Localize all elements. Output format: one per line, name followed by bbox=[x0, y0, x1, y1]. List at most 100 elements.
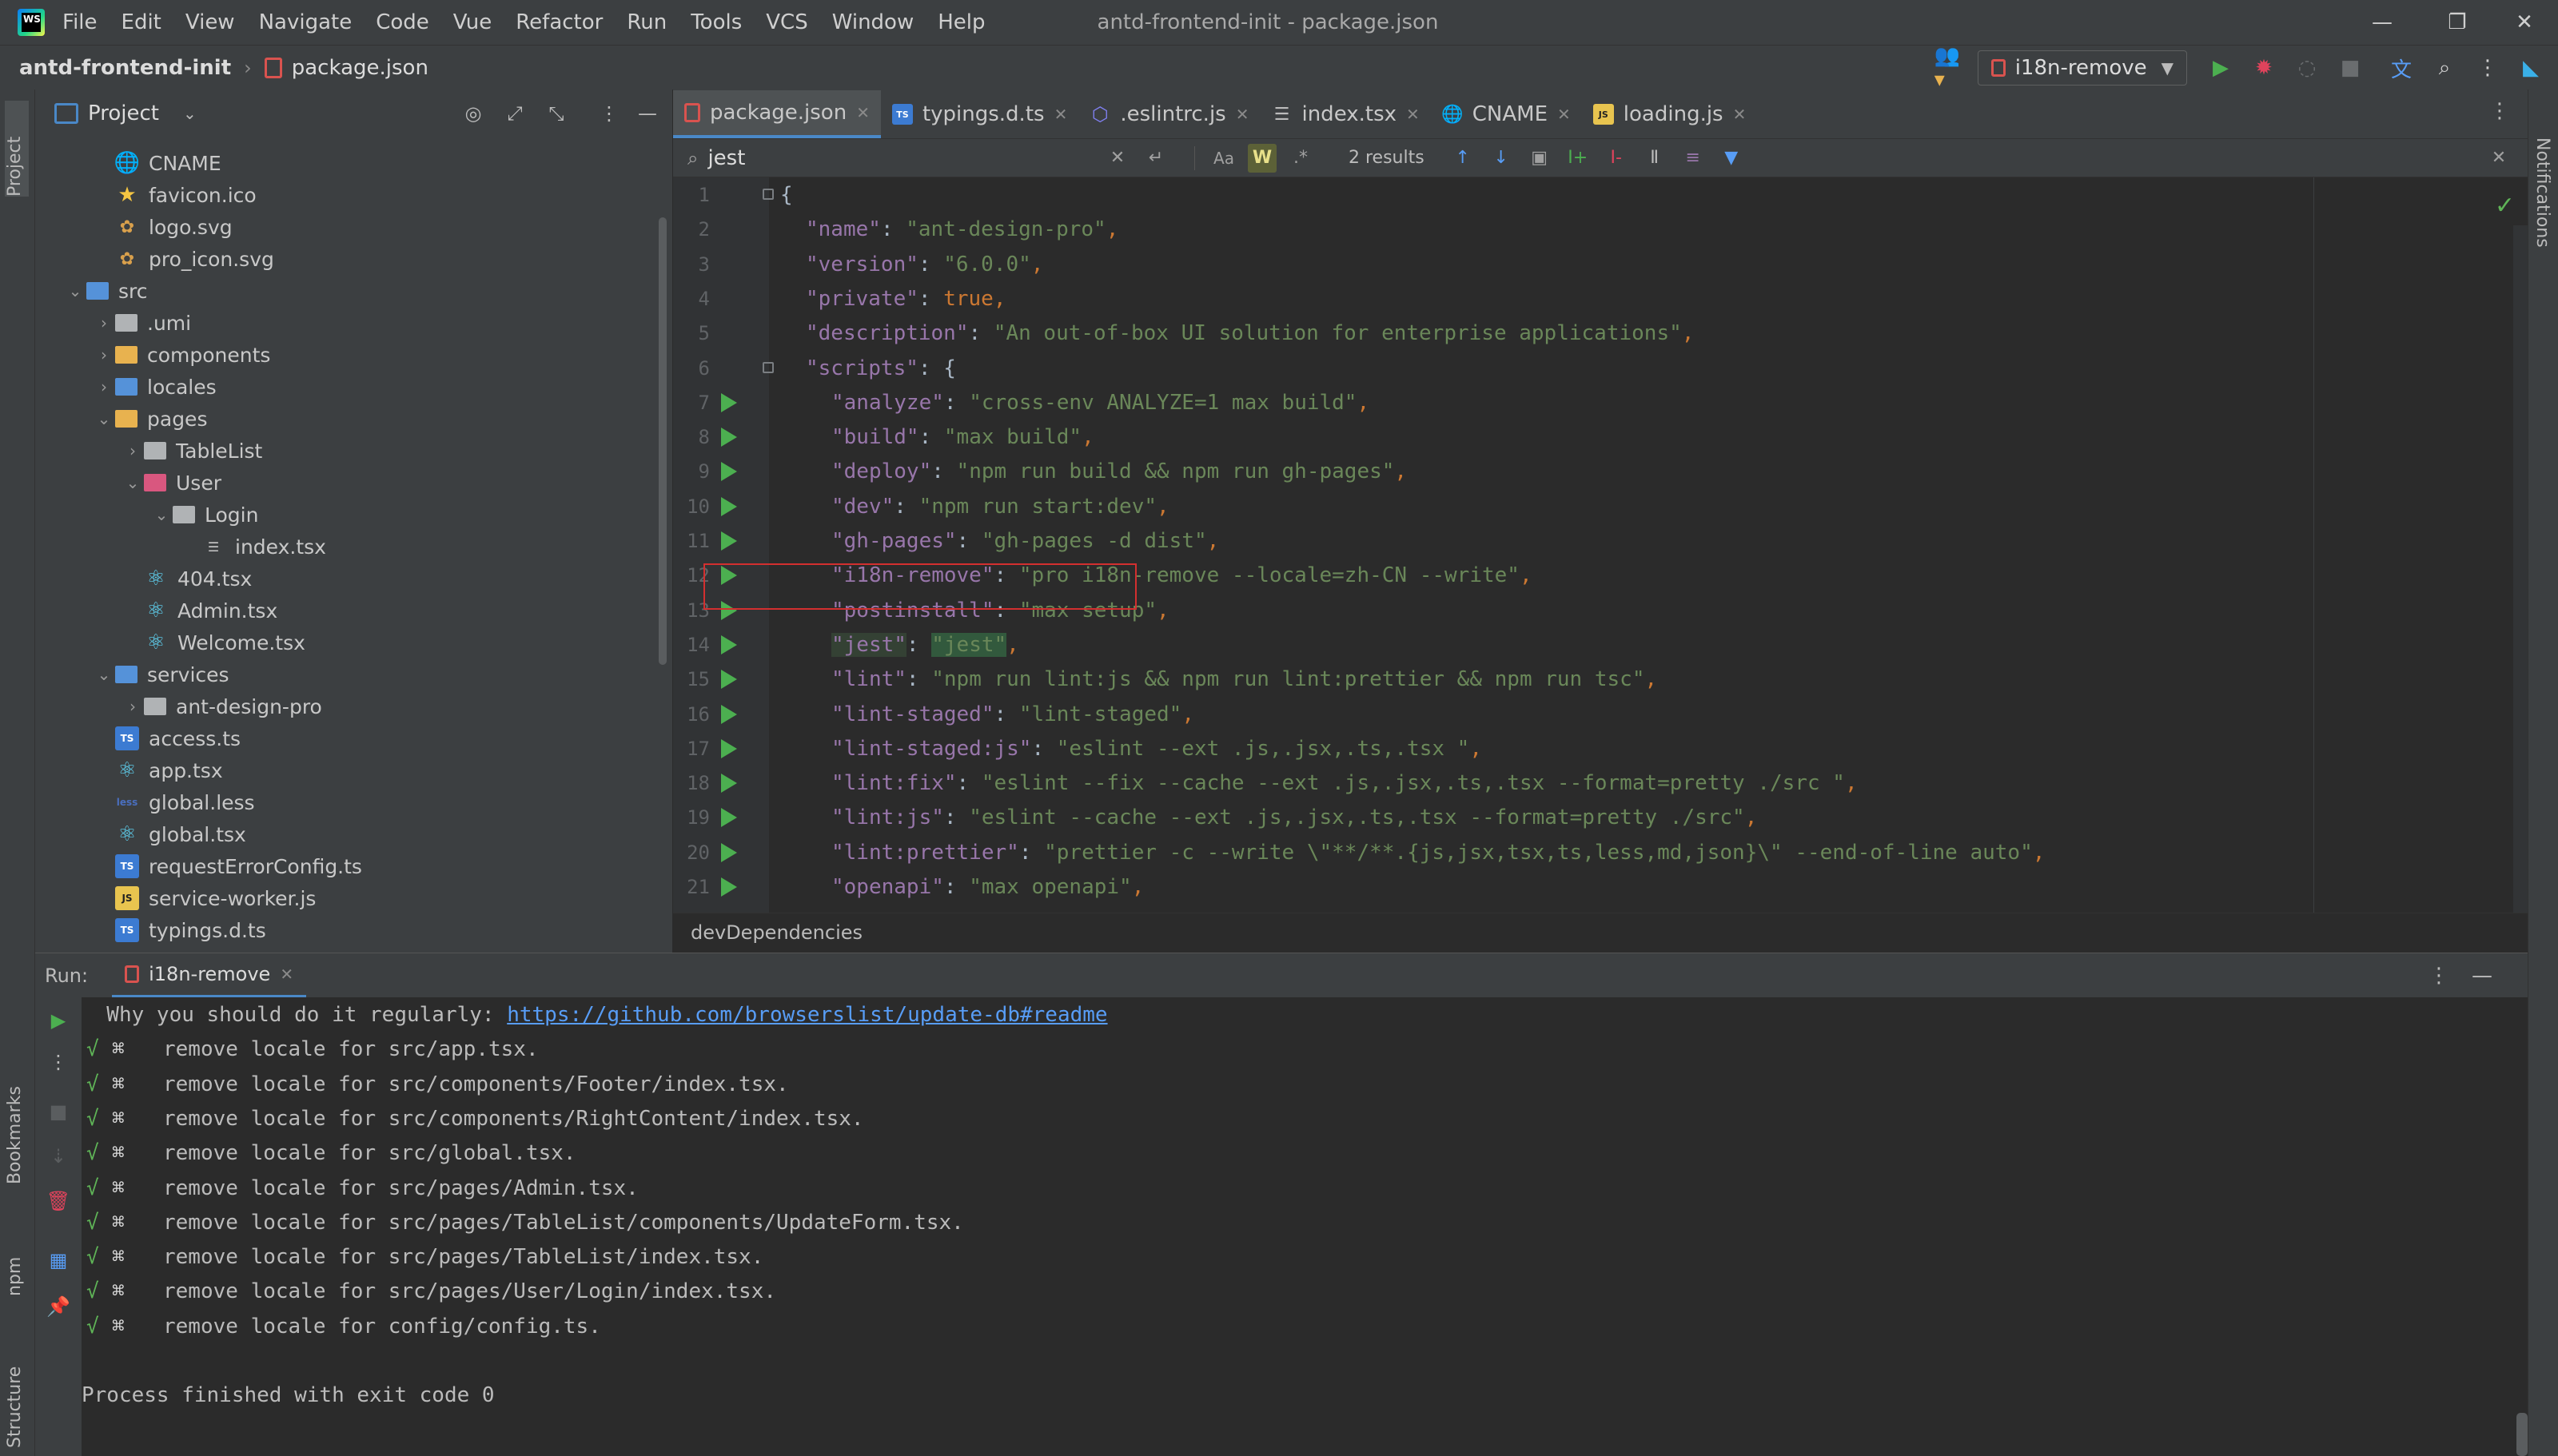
fold-icon[interactable] bbox=[763, 361, 774, 373]
run-script-icon[interactable] bbox=[721, 842, 737, 862]
menu-help[interactable]: Help bbox=[938, 10, 985, 34]
tree-item[interactable]: less global.less bbox=[35, 786, 659, 818]
tree-item[interactable]: › components bbox=[35, 339, 659, 371]
chevron-down-icon[interactable]: ⌄ bbox=[150, 505, 173, 524]
clear-console-icon[interactable]: 🗑 bbox=[46, 1189, 70, 1213]
code-line[interactable]: 15 "lint": "npm run lint:js && npm run li… bbox=[673, 662, 2512, 697]
editor-breadcrumb[interactable]: devDependencies bbox=[673, 913, 2528, 951]
notifications-tool-tab[interactable]: Notifications bbox=[2532, 137, 2552, 248]
filter-options-icon[interactable]: ≡ bbox=[1679, 144, 1707, 173]
code-line[interactable]: 8 "build": "max build", bbox=[673, 420, 2512, 455]
project-tool-tab[interactable]: Project bbox=[5, 137, 25, 197]
run-script-icon[interactable] bbox=[721, 808, 737, 828]
code-editor[interactable]: 1{2 "name": "ant-design-pro", 3 "version": … bbox=[673, 177, 2528, 913]
tree-item[interactable]: ⌄ services bbox=[35, 658, 659, 690]
tree-item[interactable]: ⚛ Admin.tsx bbox=[35, 595, 659, 627]
tree-item[interactable]: › TableList bbox=[35, 435, 659, 467]
tree-item[interactable]: › ant-design-pro bbox=[35, 690, 659, 722]
tree-item[interactable]: ⚛ global.tsx bbox=[35, 818, 659, 850]
chevron-down-icon[interactable]: ⌄ bbox=[122, 473, 144, 492]
breadcrumb-item[interactable]: devDependencies bbox=[691, 921, 863, 944]
more-icon[interactable]: ⋮ bbox=[46, 1050, 70, 1074]
close-icon[interactable]: ✕ bbox=[1236, 105, 1249, 124]
menu-navigate[interactable]: Navigate bbox=[259, 10, 353, 34]
close-icon[interactable]: ✕ bbox=[1557, 105, 1571, 124]
options-icon[interactable]: ⋮ bbox=[595, 99, 624, 128]
chevron-right-icon[interactable]: › bbox=[93, 345, 115, 364]
menu-tools[interactable]: Tools bbox=[691, 10, 742, 34]
structure-tool-tab[interactable]: Structure bbox=[5, 1366, 25, 1448]
menu-vue[interactable]: Vue bbox=[453, 10, 492, 34]
close-icon[interactable]: ✕ bbox=[1054, 105, 1068, 124]
filter-icon[interactable]: ▼ bbox=[1717, 144, 1746, 173]
regex-toggle[interactable]: .* bbox=[1286, 144, 1315, 173]
code-line[interactable]: 4 "private": true, bbox=[673, 281, 2512, 316]
collapse-all-icon[interactable]: ⤡ bbox=[542, 99, 571, 128]
tab-options-icon[interactable]: ⋮ bbox=[2489, 99, 2510, 123]
tab-index-tsx[interactable]: ☰ index.tsx ✕ bbox=[1260, 90, 1430, 138]
clear-search-icon[interactable]: ✕ bbox=[1103, 144, 1132, 173]
close-icon[interactable]: ✕ bbox=[856, 103, 870, 122]
tree-item[interactable]: ⌄ User bbox=[35, 467, 659, 499]
fold-icon[interactable] bbox=[763, 189, 774, 200]
plugin-logo-icon[interactable]: ◣ bbox=[2515, 52, 2547, 84]
tree-item[interactable]: ⚛ Welcome.tsx bbox=[35, 627, 659, 658]
run-script-icon[interactable] bbox=[721, 877, 737, 897]
stop-icon[interactable]: ■ bbox=[46, 1100, 70, 1124]
tab--eslintrc-js[interactable]: ⬡ .eslintrc.js ✕ bbox=[1078, 90, 1260, 138]
locate-file-icon[interactable]: ◎ bbox=[459, 99, 488, 128]
close-icon[interactable]: ✕ bbox=[280, 965, 293, 984]
tab-package-json[interactable]: package.json ✕ bbox=[673, 90, 881, 138]
tree-scrollbar[interactable] bbox=[659, 217, 667, 665]
menu-view[interactable]: View bbox=[185, 10, 235, 34]
restore-button[interactable]: ❐ bbox=[2441, 6, 2473, 38]
tab-cname[interactable]: 🌐 CNAME ✕ bbox=[1431, 90, 1582, 138]
editor-scrollbar[interactable] bbox=[2513, 225, 2528, 913]
select-all-occurrences-icon[interactable]: Ⅱ bbox=[1640, 144, 1669, 173]
run-script-icon[interactable] bbox=[721, 704, 737, 724]
layout-icon[interactable]: ▦ bbox=[46, 1248, 70, 1272]
run-script-icon[interactable] bbox=[721, 428, 737, 448]
close-icon[interactable]: ✕ bbox=[1733, 105, 1747, 124]
chevron-right-icon[interactable]: › bbox=[122, 697, 144, 716]
code-line[interactable]: 5 "description": "An out-of-box UI soluti… bbox=[673, 316, 2512, 351]
chevron-down-icon[interactable]: ⌄ bbox=[183, 104, 197, 123]
translate-icon[interactable]: 文 bbox=[2385, 52, 2417, 84]
stop-icon[interactable]: ■ bbox=[2334, 52, 2366, 84]
npm-tool-tab[interactable]: npm bbox=[5, 1257, 25, 1296]
users-icon[interactable]: 👥▾ bbox=[1934, 44, 1966, 92]
coverage-icon[interactable]: ◌ bbox=[2291, 52, 2323, 84]
chevron-right-icon[interactable]: › bbox=[122, 441, 144, 460]
options-icon[interactable]: ⋮ bbox=[2429, 964, 2449, 988]
code-line[interactable]: 17 "lint-staged:js": "eslint --ext .js,.j… bbox=[673, 731, 2512, 766]
chevron-down-icon[interactable]: ⌄ bbox=[93, 665, 115, 684]
close-window-button[interactable]: ✕ bbox=[2508, 6, 2540, 38]
run-script-icon[interactable] bbox=[721, 738, 737, 758]
tree-item[interactable]: ✿ pro_icon.svg bbox=[35, 243, 659, 275]
chevron-right-icon[interactable]: › bbox=[93, 377, 115, 396]
close-find-icon[interactable]: ✕ bbox=[2484, 144, 2513, 173]
run-icon[interactable]: ▶ bbox=[2205, 52, 2237, 84]
tree-item[interactable]: JS service-worker.js bbox=[35, 882, 659, 914]
rerun-icon[interactable]: ▶ bbox=[46, 1008, 70, 1032]
expand-all-icon[interactable]: ⤢ bbox=[500, 99, 529, 128]
tree-item[interactable]: ⌄ src bbox=[35, 275, 659, 307]
previous-occurrence-icon[interactable]: ↑ bbox=[1448, 144, 1477, 173]
code-line[interactable]: 11 "gh-pages": "gh-pages -d dist", bbox=[673, 523, 2512, 559]
code-line[interactable]: 7 "analyze": "cross-env ANALYZE=1 max bui… bbox=[673, 385, 2512, 420]
remove-occurrence-icon[interactable]: I- bbox=[1602, 144, 1631, 173]
code-line[interactable]: 18 "lint:fix": "eslint --fix --cache --ex… bbox=[673, 766, 2512, 801]
breadcrumb-project[interactable]: antd-frontend-init bbox=[19, 56, 231, 80]
run-config-selector[interactable]: i18n-remove ▼ bbox=[1977, 50, 2187, 86]
tree-item[interactable]: ☰ index.tsx bbox=[35, 531, 659, 563]
run-script-icon[interactable] bbox=[721, 496, 737, 516]
debug-icon[interactable]: ✹ bbox=[2248, 52, 2280, 84]
chevron-right-icon[interactable]: › bbox=[93, 313, 115, 332]
tab-loading-js[interactable]: JS loading.js ✕ bbox=[1582, 90, 1758, 138]
code-line[interactable]: 10 "dev": "npm run start:dev", bbox=[673, 489, 2512, 524]
run-script-icon[interactable] bbox=[721, 531, 737, 551]
console-scrollbar[interactable] bbox=[2516, 1413, 2528, 1456]
scroll-to-end-icon[interactable]: ⇣ bbox=[46, 1144, 70, 1168]
tree-item[interactable]: ★ favicon.ico bbox=[35, 179, 659, 211]
code-line[interactable]: 9 "deploy": "npm run build && npm run gh-… bbox=[673, 454, 2512, 489]
